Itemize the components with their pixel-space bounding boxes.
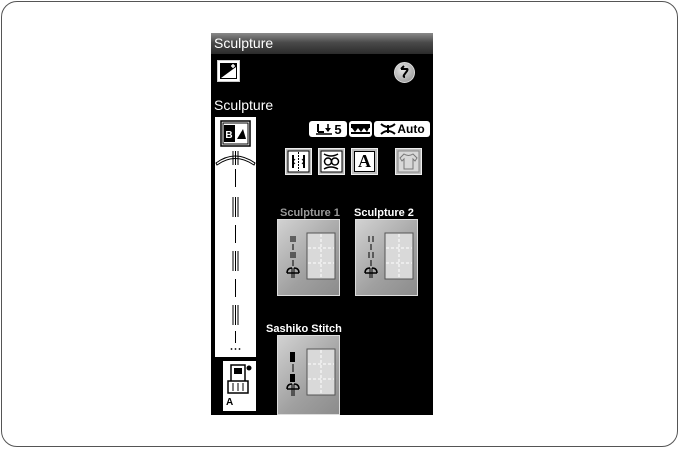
adjust-icon — [218, 61, 239, 81]
presser-foot-icon — [227, 364, 252, 394]
stitch-preview: B — [215, 120, 256, 350]
presser-foot-height-pill[interactable]: 5 — [309, 121, 347, 137]
return-icon — [400, 65, 409, 78]
twin-needle-button[interactable] — [318, 148, 345, 175]
foot-height-icon — [316, 124, 333, 135]
sculpture-1-pattern-icon — [286, 232, 336, 280]
auto-label: Auto — [397, 122, 425, 136]
garment-button[interactable] — [395, 148, 422, 175]
presser-foot-indicator[interactable]: A — [223, 361, 256, 411]
sashiko-pattern-icon — [286, 348, 336, 396]
shirt-icon — [397, 150, 420, 173]
section-label: Sculpture — [214, 97, 274, 113]
sculpture-2-pattern-icon — [364, 232, 414, 280]
text-icon: A — [354, 151, 375, 172]
title-bar: Sculpture — [211, 33, 433, 54]
pattern-label-sashiko-stitch: Sashiko Stitch — [266, 323, 342, 335]
text-button[interactable]: A — [351, 148, 378, 175]
pattern-label-sculpture-1: Sculpture 1 — [280, 207, 340, 219]
pattern-button-sculpture-2[interactable] — [355, 219, 418, 296]
thread-tension-icon — [380, 123, 396, 135]
feed-dog-pill[interactable] — [349, 121, 372, 137]
pattern-button-sashiko-stitch[interactable] — [277, 335, 340, 415]
thread-tension-pill[interactable]: Auto — [374, 121, 430, 137]
mirror-image-button[interactable] — [285, 148, 312, 175]
edit-button[interactable] — [217, 60, 240, 82]
stitch-preview-column: B — [215, 117, 256, 357]
pattern-button-sculpture-1[interactable] — [277, 219, 340, 296]
foot-height-value: 5 — [334, 121, 342, 137]
pattern-label-sculpture-2: Sculpture 2 — [354, 207, 414, 219]
back-button[interactable] — [394, 62, 415, 83]
screen-title: Sculpture — [214, 35, 274, 51]
feed-dog-icon — [351, 124, 370, 134]
foot-letter: A — [226, 397, 234, 408]
machine-screen: Sculpture Sculpture B A 5 Auto A Sculptu… — [211, 33, 433, 415]
twin-needle-icon — [320, 150, 343, 173]
svg-text:B: B — [225, 130, 232, 141]
mirror-icon — [287, 150, 310, 173]
